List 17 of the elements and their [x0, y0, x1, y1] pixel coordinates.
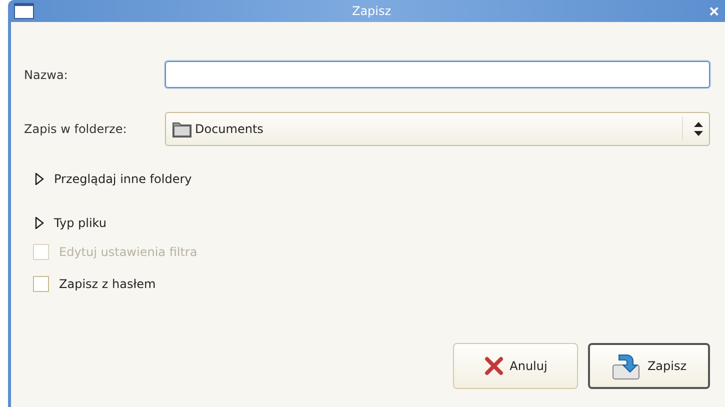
expander-triangle-icon [35, 173, 44, 185]
name-label: Nazwa: [24, 68, 69, 82]
cancel-icon [484, 356, 504, 376]
expander[interactable]: Typ pliku [24, 216, 710, 230]
folder-label: Zapis w folderze: [24, 122, 128, 136]
window-title: Zapisz [350, 4, 392, 18]
folder-dropdown[interactable]: Documents [165, 112, 710, 146]
name-input[interactable] [165, 61, 710, 88]
cancel-button[interactable]: Anuluj [453, 343, 578, 389]
checkbox-option[interactable]: Zapisz z hasłem [24, 276, 710, 292]
checkbox[interactable] [33, 276, 49, 292]
folder-icon [172, 120, 192, 138]
save-button[interactable]: Zapisz [588, 343, 710, 389]
expander-triangle-icon [35, 217, 44, 229]
expander[interactable]: Przeglądaj inne foldery [24, 172, 710, 186]
up-down-arrows-icon [694, 122, 703, 136]
window-icon [14, 3, 34, 19]
